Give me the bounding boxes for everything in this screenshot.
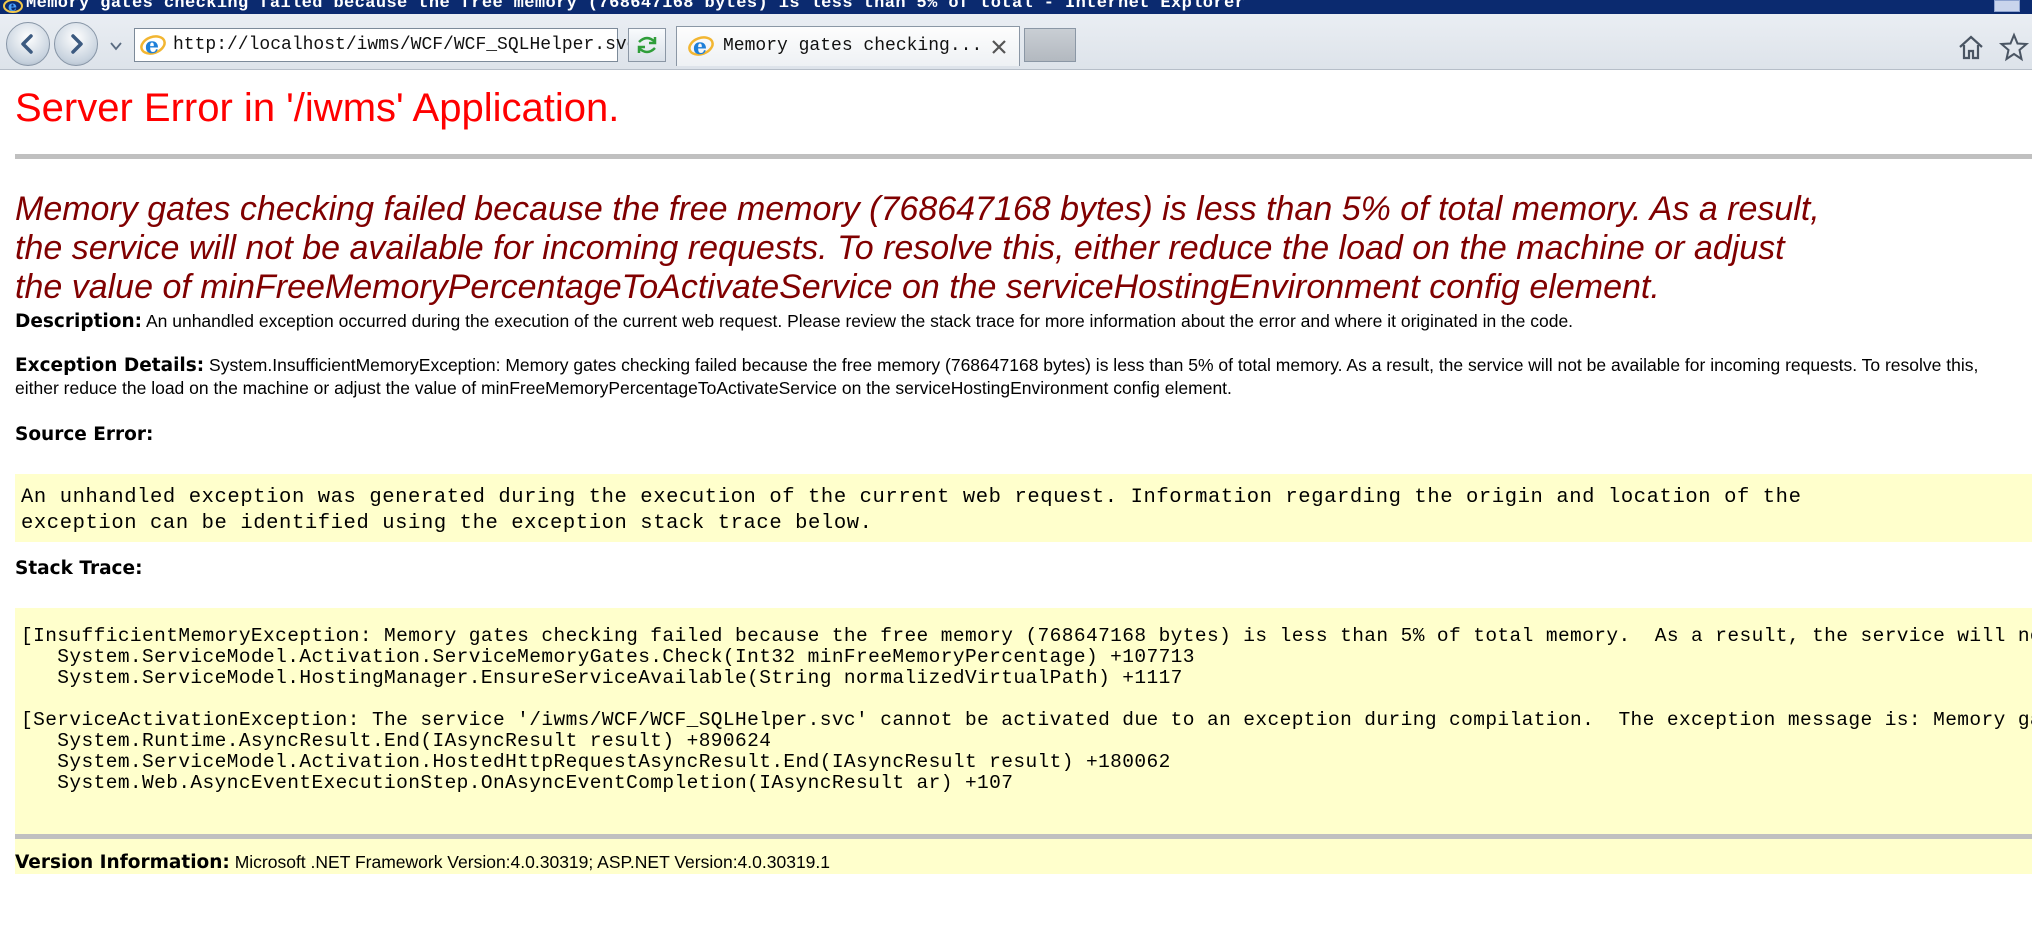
- source-error-box: An unhandled exception was generated dur…: [15, 474, 2032, 542]
- refresh-icon: [637, 36, 657, 54]
- version-text: Microsoft .NET Framework Version:4.0.303…: [234, 852, 831, 872]
- window-title-bar: e Memory gates checking failed because t…: [0, 0, 2032, 14]
- exception-details-text: System.InsufficientMemoryException: Memo…: [15, 355, 1979, 398]
- svg-text:e: e: [8, 0, 17, 14]
- tab-current[interactable]: e Memory gates checking...: [676, 26, 1020, 66]
- back-arrow-icon: [21, 34, 33, 54]
- description-section: Description: An unhandled exception occu…: [15, 310, 2015, 333]
- home-icon[interactable]: [1956, 32, 1986, 62]
- stack-trace-line: System.ServiceModel.HostingManager.Ensur…: [21, 667, 1183, 689]
- stack-trace-line: System.ServiceModel.Activation.HostedHtt…: [21, 751, 1171, 773]
- svg-text:e: e: [693, 34, 707, 59]
- window-title: Memory gates checking failed because the…: [26, 0, 1246, 13]
- address-bar[interactable]: e: [134, 28, 748, 62]
- exception-details-label: Exception Details:: [15, 355, 205, 376]
- forward-arrow-icon: [71, 34, 83, 54]
- description-text: An unhandled exception occurred during t…: [145, 311, 1574, 331]
- close-icon[interactable]: [989, 37, 1009, 57]
- error-message: Memory gates checking failed because the…: [15, 190, 1820, 306]
- recent-pages-dropdown-icon[interactable]: [108, 38, 124, 54]
- source-error-line: An unhandled exception was generated dur…: [21, 486, 1802, 509]
- back-button[interactable]: [6, 22, 50, 66]
- divider: [15, 834, 2032, 839]
- stack-trace-line: [ServiceActivationException: The service…: [21, 709, 2032, 731]
- address-input[interactable]: [173, 32, 683, 58]
- tab-title: Memory gates checking...: [723, 36, 983, 56]
- new-tab-button[interactable]: [1024, 28, 1076, 62]
- browser-toolbar: e e Memory gates checking...: [0, 14, 2032, 70]
- stack-trace-line: [InsufficientMemoryException: Memory gat…: [21, 625, 2032, 647]
- version-label: Version Information:: [15, 852, 230, 873]
- ie-logo-icon: e: [688, 34, 714, 59]
- star-icon[interactable]: [1998, 32, 2030, 62]
- svg-text:e: e: [145, 33, 159, 58]
- source-error-line: exception can be identified using the ex…: [21, 512, 873, 535]
- stack-trace-line: [21, 689, 2032, 710]
- ie-logo-icon: e: [3, 0, 23, 14]
- refresh-button[interactable]: [628, 28, 666, 62]
- ie-logo-icon: e: [140, 33, 166, 58]
- stack-trace-line: System.Runtime.AsyncResult.End(IAsyncRes…: [21, 730, 772, 752]
- page-title: Server Error in '/iwms' Application.: [15, 86, 620, 130]
- stack-trace-label: Stack Trace:: [15, 558, 143, 579]
- exception-details-section: Exception Details: System.InsufficientMe…: [15, 354, 2015, 400]
- source-error-label: Source Error:: [15, 424, 154, 445]
- description-label: Description:: [15, 311, 143, 332]
- forward-button[interactable]: [54, 22, 98, 66]
- divider: [15, 154, 2032, 159]
- minimize-button[interactable]: [1994, 0, 2020, 12]
- version-information: Version Information: Microsoft .NET Fram…: [15, 852, 830, 873]
- stack-trace-line: System.Web.AsyncEventExecutionStep.OnAsy…: [21, 772, 1014, 794]
- stack-trace-line: System.ServiceModel.Activation.ServiceMe…: [21, 646, 1195, 668]
